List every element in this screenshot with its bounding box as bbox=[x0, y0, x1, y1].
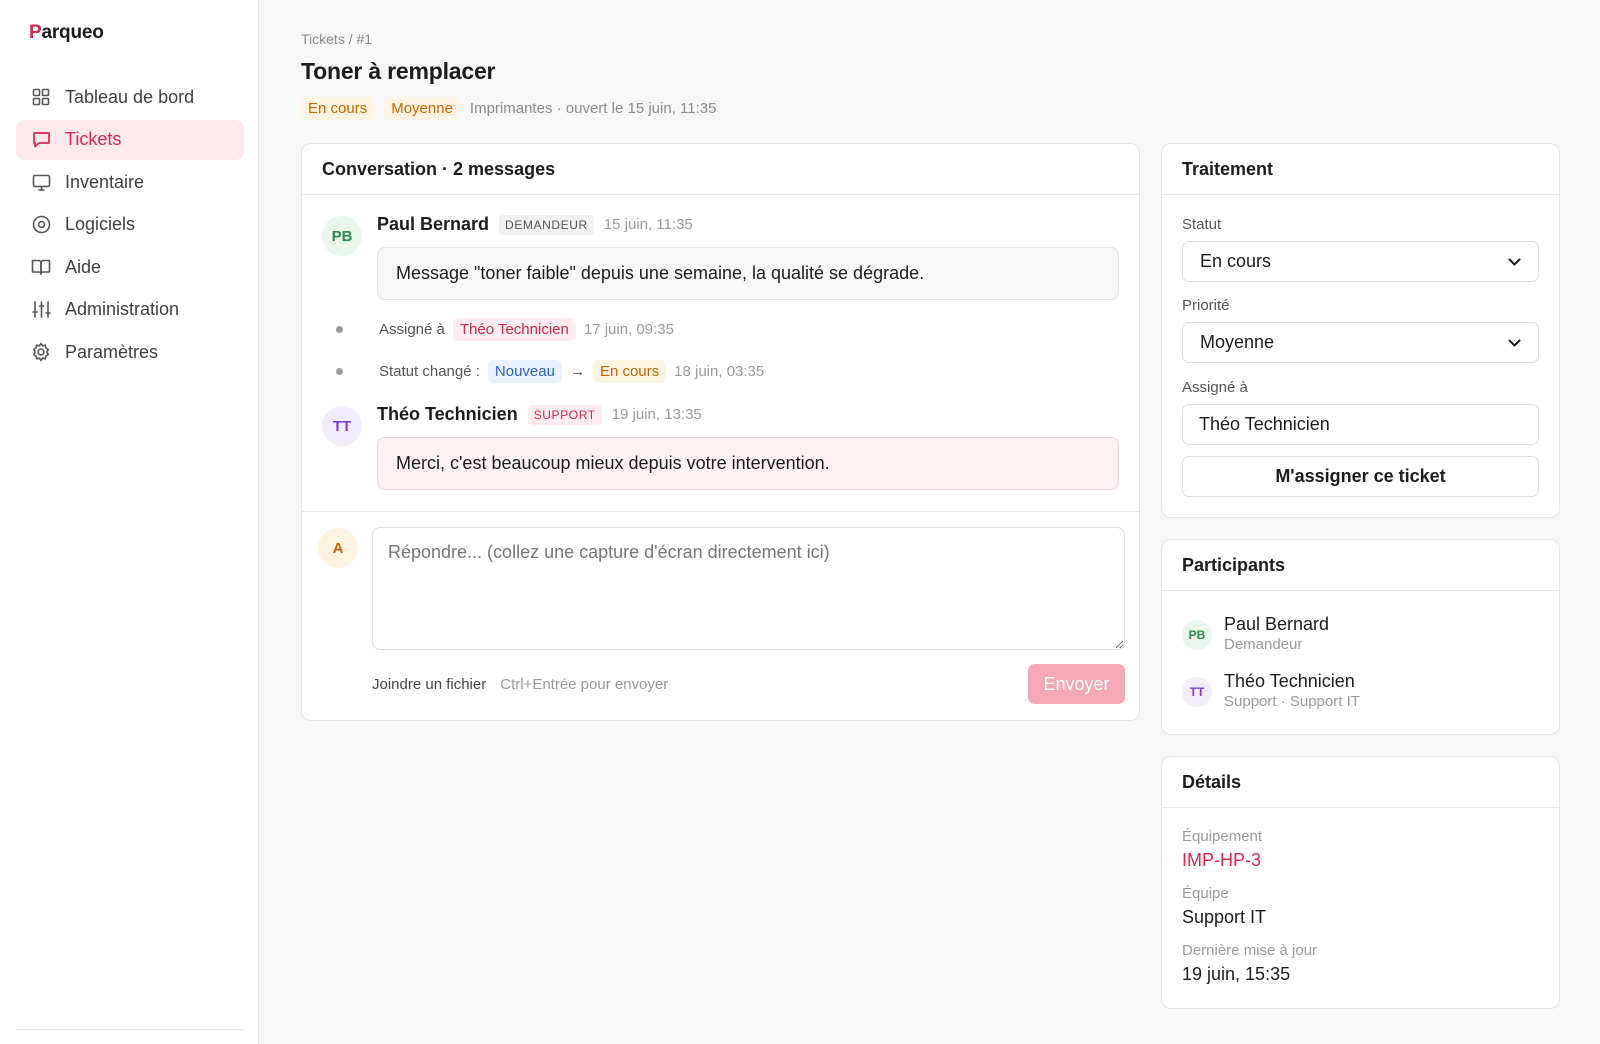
ticket-meta: En cours Moyenne Imprimantes · ouvert le… bbox=[301, 97, 716, 120]
status-label: Statut bbox=[1182, 216, 1222, 233]
sidebar-item-label: Inventaire bbox=[65, 171, 145, 192]
avatar: PB bbox=[322, 216, 362, 256]
sidebar-item-label: Tableau de bord bbox=[65, 86, 195, 107]
timeline-event: Statut changé : Nouveau → En cours 18 ju… bbox=[336, 360, 764, 383]
participant-role: Support · Support IT bbox=[1224, 693, 1360, 710]
sidebar-item-dashboard[interactable]: Tableau de bord bbox=[16, 77, 244, 117]
sidebar-item-tickets[interactable]: Tickets bbox=[16, 119, 244, 160]
sidebar-item-help[interactable]: Aide bbox=[16, 247, 244, 287]
sidebar-divider bbox=[16, 1029, 244, 1030]
reply-composer: A Joindre un fichier Ctrl+Entrée pour en… bbox=[302, 511, 1139, 720]
sidebar-item-settings[interactable]: Paramètres bbox=[16, 332, 244, 372]
disc-icon bbox=[30, 214, 52, 236]
event-time: 18 juin, 03:35 bbox=[674, 363, 765, 380]
message-author: Paul Bernard bbox=[377, 214, 490, 234]
assignee-badge: Théo Technicien bbox=[452, 318, 576, 341]
details-title: Détails bbox=[1162, 757, 1559, 808]
treatment-card: Traitement Statut En cours Priorité Moye… bbox=[1161, 143, 1560, 518]
sidebar-item-label: Administration bbox=[65, 299, 180, 319]
conversation-title: Conversation · 2 messages bbox=[302, 144, 1139, 195]
page-title: Toner à remplacer bbox=[301, 58, 496, 84]
send-hint: Ctrl+Entrée pour envoyer bbox=[500, 675, 669, 693]
book-icon bbox=[30, 256, 52, 278]
treatment-title: Traitement bbox=[1162, 144, 1559, 195]
grid-icon bbox=[30, 86, 52, 108]
participant-item: TT Théo Technicien Support · Support IT bbox=[1182, 670, 1360, 712]
message-header: Paul Bernard DEMANDEUR 15 juin, 11:35 bbox=[377, 214, 693, 235]
equipment-link[interactable]: IMP-HP-3 bbox=[1182, 850, 1261, 871]
updated-label: Dernière mise à jour bbox=[1182, 942, 1318, 959]
breadcrumb[interactable]: Tickets / #1 bbox=[301, 31, 372, 47]
priority-select[interactable]: Moyenne bbox=[1182, 322, 1539, 363]
status-select-value: En cours bbox=[1200, 251, 1272, 271]
role-badge: SUPPORT bbox=[527, 404, 602, 425]
role-badge: DEMANDEUR bbox=[499, 214, 594, 235]
avatar: TT bbox=[322, 406, 362, 446]
sidebar-item-inventory[interactable]: Inventaire bbox=[16, 162, 244, 202]
chat-icon bbox=[30, 129, 52, 151]
equipment-label: Équipement bbox=[1182, 828, 1263, 845]
attach-file-button[interactable]: Joindre un fichier bbox=[372, 676, 486, 693]
priority-badge: Moyenne bbox=[384, 97, 460, 120]
message-time: 15 juin, 11:35 bbox=[603, 216, 693, 233]
participant-name: Paul Bernard bbox=[1224, 614, 1330, 634]
priority-label: Priorité bbox=[1182, 297, 1230, 314]
status-from-badge: Nouveau bbox=[487, 360, 562, 383]
sidebar: Parqueo Tableau de bord Tickets Inventai… bbox=[0, 0, 259, 1044]
app-logo[interactable]: Parqueo bbox=[29, 22, 104, 44]
sidebar-item-label: Paramètres bbox=[65, 341, 159, 362]
message-header: Théo Technicien SUPPORT 19 juin, 13:35 bbox=[377, 404, 702, 425]
participant-role: Demandeur bbox=[1224, 636, 1303, 653]
sidebar-item-administration[interactable]: Administration bbox=[16, 290, 244, 330]
monitor-icon bbox=[30, 171, 52, 193]
event-text: Statut changé : bbox=[379, 363, 480, 380]
updated-value: 19 juin, 15:35 bbox=[1182, 964, 1291, 984]
conversation-card: Conversation · 2 messages PB Paul Bernar… bbox=[301, 143, 1140, 721]
timeline-dot bbox=[336, 326, 343, 333]
message-body: Merci, c'est beaucoup mieux depuis votre… bbox=[377, 437, 1119, 490]
sidebar-item-label: Tickets bbox=[65, 129, 122, 149]
avatar: TT bbox=[1182, 677, 1212, 707]
reply-footer: Joindre un fichier Ctrl+Entrée pour envo… bbox=[372, 664, 1125, 704]
status-badge: En cours bbox=[301, 97, 375, 120]
message-author: Théo Technicien bbox=[377, 404, 518, 424]
message: TT Théo Technicien SUPPORT 19 juin, 13:3… bbox=[322, 404, 702, 446]
avatar: PB bbox=[1182, 620, 1212, 650]
sidebar-item-label: Aide bbox=[65, 256, 102, 277]
ticket-meta-text: Imprimantes · ouvert le 15 juin, 11:35 bbox=[469, 100, 717, 117]
chevron-down-icon bbox=[1508, 251, 1521, 272]
assign-me-button[interactable]: M'assigner ce ticket bbox=[1182, 456, 1539, 497]
assignee-field[interactable]: Théo Technicien bbox=[1182, 404, 1539, 445]
sidebar-nav: Tableau de bord Tickets Inventaire Logic… bbox=[16, 77, 244, 375]
message-time: 19 juin, 13:35 bbox=[611, 406, 702, 423]
sidebar-item-label: Logiciels bbox=[65, 214, 136, 234]
message: PB Paul Bernard DEMANDEUR 15 juin, 11:35 bbox=[322, 214, 693, 256]
participants-title: Participants bbox=[1162, 540, 1559, 591]
reply-textarea[interactable] bbox=[372, 527, 1125, 650]
participant-name: Théo Technicien bbox=[1224, 671, 1355, 691]
participants-card: Participants PB Paul Bernard Demandeur T… bbox=[1161, 539, 1560, 735]
sidebar-item-software[interactable]: Logiciels bbox=[16, 205, 244, 245]
chevron-down-icon bbox=[1508, 332, 1521, 353]
sliders-icon bbox=[30, 299, 52, 321]
event-text: Assigné à bbox=[379, 321, 445, 338]
timeline-dot bbox=[336, 368, 343, 375]
details-card: Détails Équipement IMP-HP-3 Équipe Suppo… bbox=[1161, 756, 1560, 1009]
assignee-label: Assigné à bbox=[1182, 379, 1248, 396]
timeline-event: Assigné à Théo Technicien 17 juin, 09:35 bbox=[336, 318, 674, 341]
team-value: Support IT bbox=[1182, 907, 1267, 927]
send-button[interactable]: Envoyer bbox=[1028, 664, 1125, 704]
team-label: Équipe bbox=[1182, 885, 1229, 902]
message-body: Message "toner faible" depuis une semain… bbox=[377, 247, 1119, 300]
status-select[interactable]: En cours bbox=[1182, 241, 1539, 282]
event-time: 17 juin, 09:35 bbox=[583, 321, 674, 338]
arrow-right-icon: → bbox=[569, 363, 585, 380]
gear-icon bbox=[30, 341, 52, 363]
avatar: A bbox=[318, 528, 358, 568]
priority-select-value: Moyenne bbox=[1200, 332, 1275, 352]
status-to-badge: En cours bbox=[592, 360, 667, 383]
participant-item: PB Paul Bernard Demandeur bbox=[1182, 613, 1329, 655]
